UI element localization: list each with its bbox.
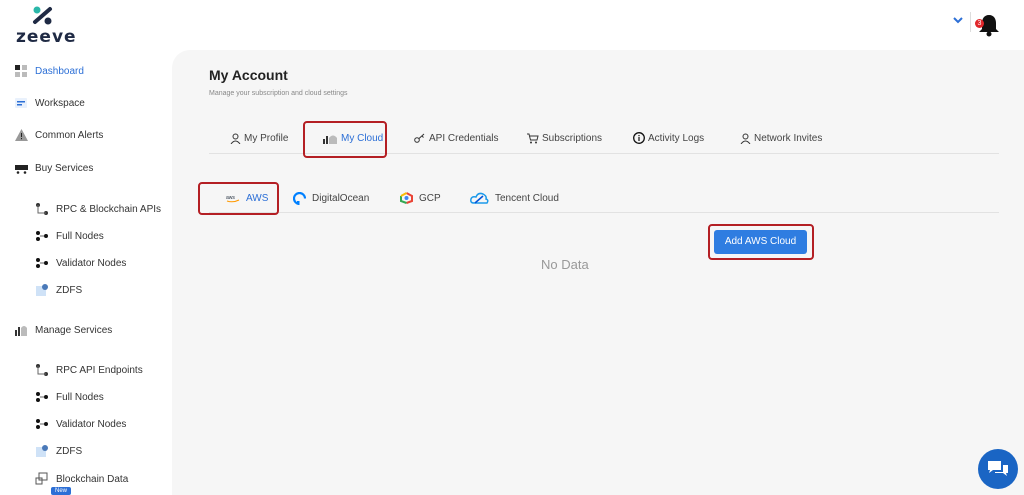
chevron-down-icon[interactable] (953, 15, 963, 25)
workspace-icon (14, 96, 28, 110)
chat-widget-button[interactable] (978, 449, 1018, 489)
manage-icon (14, 323, 28, 337)
tab-subscriptions[interactable]: Subscriptions (527, 132, 602, 144)
tab-tencent-cloud[interactable]: Tencent Cloud (469, 192, 559, 204)
sidebar-subitem-label: ZDFS (56, 284, 83, 296)
sidebar-subitem-validator-nodes[interactable]: Validator Nodes (34, 256, 126, 270)
sidebar: zeeve Dashboard Workspace Common Alerts … (0, 0, 172, 495)
tab-api-credentials[interactable]: API Credentials (414, 132, 498, 144)
zdfs-icon (34, 283, 49, 297)
page-title: My Account (209, 67, 288, 83)
tab-label: Tencent Cloud (495, 192, 559, 204)
tab-label: Subscriptions (542, 132, 603, 144)
sidebar-subitem-zdfs[interactable]: ZDFS (34, 444, 82, 458)
aws-tab-highlight (198, 182, 279, 215)
tencent-icon (469, 192, 489, 204)
add-aws-cloud-button[interactable]: Add AWS Cloud (714, 230, 807, 254)
sidebar-item-common-alerts[interactable]: Common Alerts (14, 128, 103, 142)
cart-icon (527, 132, 539, 144)
node-icon (34, 390, 49, 404)
sidebar-item-label: Buy Services (35, 162, 94, 174)
tab-label: GCP (419, 192, 441, 204)
rpc-icon (34, 202, 49, 216)
sidebar-subitem-label: Blockchain Data (56, 473, 129, 485)
gcp-icon (399, 192, 413, 204)
sidebar-item-workspace[interactable]: Workspace (14, 96, 85, 110)
sidebar-subitem-zdfs[interactable]: ZDFS (34, 283, 82, 297)
sidebar-subitem-full-nodes[interactable]: Full Nodes (34, 390, 104, 404)
sidebar-subitem-label: Validator Nodes (56, 418, 127, 430)
key-icon (414, 132, 426, 144)
zeeve-logo-icon (33, 6, 52, 25)
zeeve-logo[interactable]: zeeve (14, 6, 77, 47)
notification-badge: 3 (975, 19, 984, 28)
rpc-icon (34, 363, 49, 377)
new-badge: New (51, 487, 72, 495)
tab-label: API Credentials (429, 132, 499, 144)
page-subtitle: Manage your subscription and cloud setti… (209, 90, 348, 97)
tab-network-invites[interactable]: Network Invites (739, 132, 822, 144)
tab-label: My Profile (244, 132, 289, 144)
sidebar-item-manage-services[interactable]: Manage Services (14, 323, 112, 337)
sidebar-subitem-label: RPC & Blockchain APIs (56, 203, 162, 215)
node-icon (34, 256, 49, 270)
node-icon (34, 229, 49, 243)
user-icon (739, 132, 751, 144)
sidebar-item-label: Common Alerts (35, 129, 104, 141)
brand-name: zeeve (16, 27, 77, 47)
tab-my-profile[interactable]: My Profile (229, 132, 288, 144)
digitalocean-icon (292, 191, 306, 205)
sidebar-subitem-rpc-blockchain-apis[interactable]: RPC & Blockchain APIs (34, 202, 161, 216)
dashboard-icon (14, 64, 28, 78)
sidebar-item-label: Workspace (35, 97, 85, 109)
sidebar-subitem-label: ZDFS (56, 445, 83, 457)
sidebar-subitem-label: Full Nodes (56, 230, 104, 242)
zdfs-icon (34, 444, 49, 458)
sidebar-item-dashboard[interactable]: Dashboard (14, 64, 84, 78)
sidebar-subitem-label: Validator Nodes (56, 257, 127, 269)
my-cloud-highlight (303, 121, 387, 158)
sidebar-subitem-label: RPC API Endpoints (56, 364, 143, 376)
account-card: My Account Manage your subscription and … (178, 50, 1024, 495)
sidebar-subitem-full-nodes[interactable]: Full Nodes (34, 229, 104, 243)
main-panel: My Account Manage your subscription and … (172, 50, 1024, 495)
tab-label: DigitalOcean (312, 192, 370, 204)
empty-state-text: No Data (541, 257, 589, 272)
info-icon (633, 132, 645, 144)
sidebar-item-buy-services[interactable]: Buy Services (14, 161, 93, 175)
data-icon (34, 472, 49, 486)
tab-label: Network Invites (754, 132, 823, 144)
header-divider (970, 12, 971, 32)
sidebar-subitem-label: Full Nodes (56, 391, 104, 403)
user-icon (229, 132, 241, 144)
cart-icon (14, 161, 28, 175)
tab-gcp[interactable]: GCP (399, 192, 441, 204)
sidebar-subitem-rpc-api-endpoints[interactable]: RPC API Endpoints (34, 363, 143, 377)
sidebar-item-label: Manage Services (35, 324, 113, 336)
cloud-provider-tabs: aws AWS DigitalOcean GCP Tencent Cloud (209, 186, 999, 213)
tab-digitalocean[interactable]: DigitalOcean (292, 191, 370, 205)
sidebar-item-label: Dashboard (35, 65, 84, 77)
chat-icon (988, 461, 1008, 476)
sidebar-subitem-blockchain-data[interactable]: Blockchain Data (34, 472, 128, 486)
node-icon (34, 417, 49, 431)
sidebar-subitem-validator-nodes[interactable]: Validator Nodes (34, 417, 126, 431)
tab-activity-logs[interactable]: Activity Logs (633, 132, 704, 144)
alert-icon (14, 128, 28, 142)
tab-label: Activity Logs (648, 132, 705, 144)
